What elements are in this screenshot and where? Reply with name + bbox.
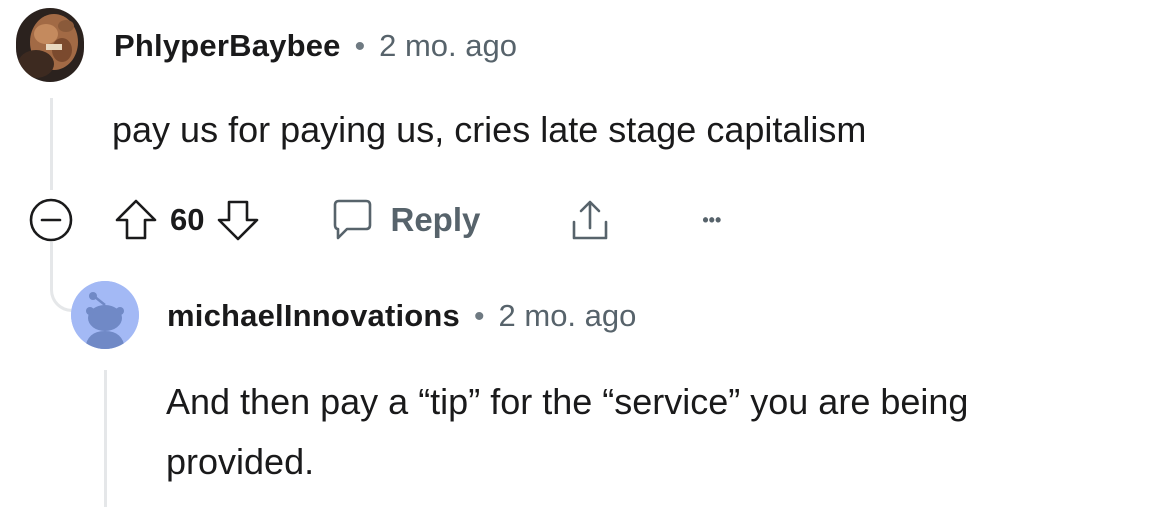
share-icon[interactable] bbox=[566, 196, 614, 244]
comment-meta: PhlyperBaybee • 2 mo. ago bbox=[114, 28, 517, 64]
thread-line-reply[interactable] bbox=[104, 370, 107, 507]
reply-author[interactable]: michaelInnovations bbox=[167, 298, 460, 334]
comment-timestamp[interactable]: 2 mo. ago bbox=[379, 28, 517, 64]
avatar[interactable] bbox=[16, 8, 84, 82]
thread-line-main[interactable] bbox=[50, 98, 53, 190]
reply-timestamp[interactable]: 2 mo. ago bbox=[499, 298, 637, 334]
reply-button[interactable]: Reply bbox=[328, 196, 480, 244]
reply-body-line-2: provided. bbox=[166, 441, 315, 482]
reply-body: And then pay a “tip” for the “service” y… bbox=[166, 372, 968, 492]
reply-meta: michaelInnovations • 2 mo. ago bbox=[167, 298, 636, 334]
collapse-icon[interactable] bbox=[27, 196, 75, 244]
reply-label: Reply bbox=[390, 201, 481, 238]
comment-bubble-icon bbox=[328, 196, 376, 244]
separator-dot: • bbox=[354, 30, 366, 63]
separator-dot: • bbox=[474, 300, 485, 333]
snoo-icon bbox=[71, 281, 139, 349]
more-options-button[interactable]: ••• bbox=[702, 210, 721, 231]
comment-thread: PhlyperBaybee • 2 mo. ago pay us for pay… bbox=[0, 0, 1173, 507]
comment-author[interactable]: PhlyperBaybee bbox=[114, 28, 341, 64]
avatar[interactable] bbox=[71, 281, 139, 349]
vote-count: 60 bbox=[170, 202, 205, 237]
comment-body: pay us for paying us, cries late stage c… bbox=[112, 109, 867, 150]
upvote-icon[interactable] bbox=[112, 196, 160, 244]
reply-body-line-1: And then pay a “tip” for the “service” y… bbox=[166, 381, 969, 422]
downvote-icon[interactable] bbox=[214, 196, 262, 244]
action-bar: 60 Reply ••• bbox=[112, 196, 721, 244]
